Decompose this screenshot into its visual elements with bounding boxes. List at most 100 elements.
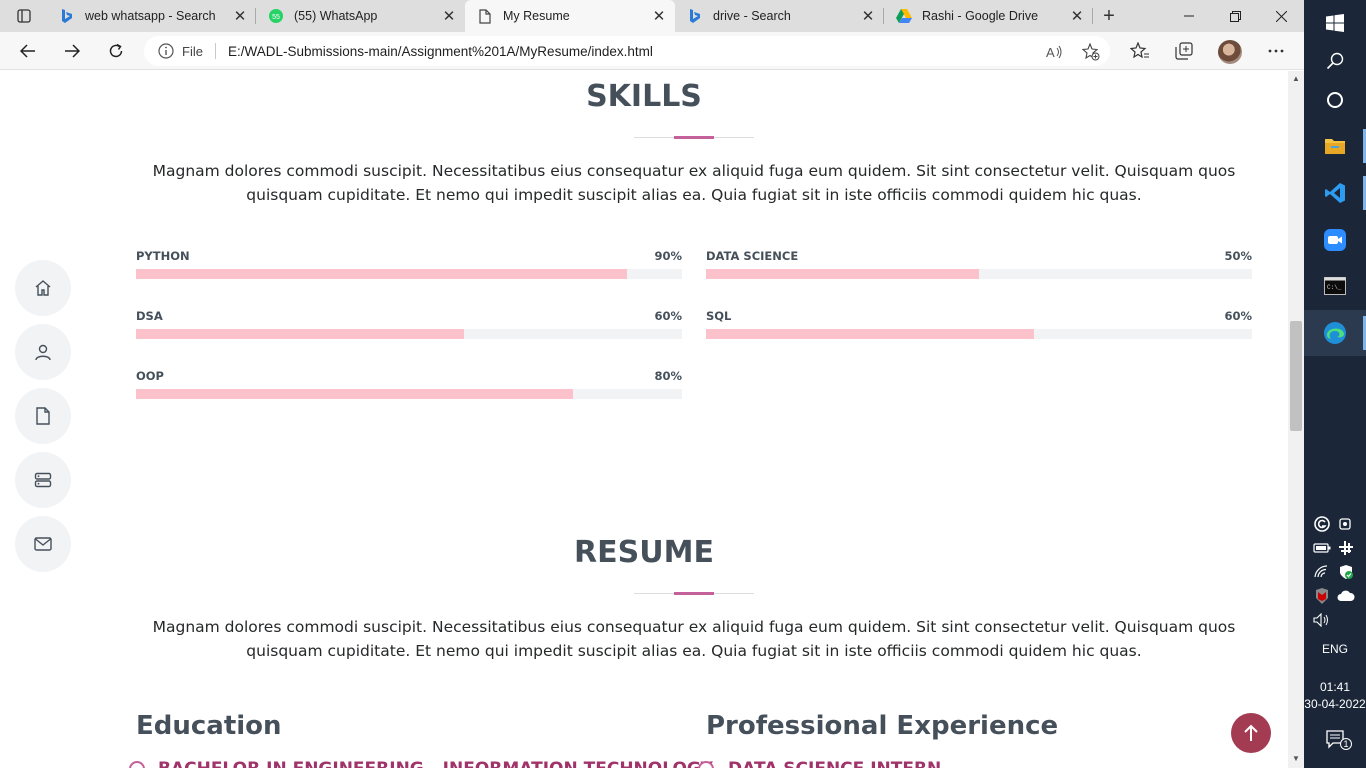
skill-name: DSA (136, 309, 163, 323)
favorites-button[interactable] (1128, 40, 1152, 62)
close-tab-icon[interactable]: ✕ (856, 4, 880, 28)
security-shield-icon[interactable] (1337, 563, 1355, 581)
education-item-title: BACHELOR IN ENGINEERING - INFORMATION TE… (158, 759, 713, 768)
zoom-button[interactable] (1304, 217, 1366, 263)
slack-icon[interactable] (1337, 539, 1355, 557)
svg-text:C:\_: C:\_ (1327, 284, 1342, 291)
skill-percent: 80% (654, 369, 682, 383)
wifi-icon[interactable] (1313, 563, 1331, 581)
back-arrow-icon (20, 44, 35, 58)
terminal-button[interactable]: C:\_ (1304, 263, 1366, 309)
tab-actions-button[interactable] (8, 4, 40, 28)
skill-progress-track (136, 329, 682, 339)
collections-icon (1175, 42, 1193, 60)
more-options-icon (1268, 49, 1284, 53)
terminal-icon: C:\_ (1324, 277, 1346, 295)
minimize-button[interactable] (1166, 0, 1212, 32)
page-scrollbar[interactable]: ▲ ▼ (1288, 71, 1304, 768)
close-tab-icon[interactable]: ✕ (437, 4, 461, 28)
info-icon[interactable] (158, 43, 174, 59)
skill-data-science: DATA SCIENCE 50% (706, 249, 1252, 289)
grammarly-icon[interactable] (1313, 515, 1331, 533)
mcafee-icon[interactable] (1313, 587, 1331, 605)
title-divider-accent (674, 136, 714, 139)
tab-drive-search[interactable]: drive - Search ✕ (675, 0, 884, 32)
skill-python: PYTHON 90% (136, 249, 682, 289)
tab-title: My Resume (503, 9, 570, 23)
home-icon (35, 280, 51, 296)
read-aloud-icon[interactable]: A (1046, 43, 1064, 61)
back-button[interactable] (14, 38, 42, 64)
restore-icon (1229, 10, 1241, 22)
close-tab-icon[interactable]: ✕ (647, 4, 671, 28)
server-icon (34, 472, 52, 488)
skills-description: Magnam dolores commodi suscipit. Necessi… (152, 162, 1236, 204)
experience-heading: Professional Experience (706, 711, 1059, 741)
url-text[interactable]: E:/WADL-Submissions-main/Assignment%201A… (228, 44, 653, 59)
nav-home-button[interactable] (15, 260, 71, 316)
profile-avatar[interactable] (1218, 40, 1242, 64)
scrollbar-thumb[interactable] (1290, 321, 1302, 431)
clock-time[interactable]: 01:41 (1304, 680, 1366, 694)
edge-icon (1324, 322, 1346, 344)
skill-oop: OOP 80% (136, 369, 682, 409)
battery-icon[interactable] (1313, 539, 1331, 557)
tab-title: (55) WhatsApp (294, 9, 378, 23)
back-to-top-button[interactable] (1231, 713, 1271, 753)
refresh-icon (109, 43, 123, 58)
vscode-button[interactable] (1304, 170, 1366, 216)
notification-center-button[interactable]: 1 (1304, 716, 1366, 762)
close-tab-icon[interactable]: ✕ (228, 4, 252, 28)
windows-taskbar: C:\_ ENG 01:41 30-04-2022 1 (1304, 0, 1366, 768)
onedrive-cloud-icon[interactable] (1337, 587, 1355, 605)
tab-title: web whatsapp - Search (85, 9, 216, 23)
arrow-up-icon (1244, 724, 1258, 741)
person-icon (35, 344, 51, 361)
nav-services-button[interactable] (15, 452, 71, 508)
scroll-down-arrow-icon[interactable]: ▼ (1292, 755, 1300, 763)
svg-text:55: 55 (272, 14, 280, 21)
tab-web-whatsapp-search[interactable]: web whatsapp - Search ✕ (47, 0, 256, 32)
restore-button[interactable] (1212, 0, 1258, 32)
meet-now-icon[interactable] (1337, 515, 1355, 533)
close-tab-icon[interactable]: ✕ (1065, 4, 1089, 28)
tab-my-resume[interactable]: My Resume ✕ (465, 0, 675, 32)
url-scheme-label: File (182, 43, 203, 59)
skill-percent: 60% (1224, 309, 1252, 323)
forward-button[interactable] (58, 38, 86, 64)
skill-sql: SQL 60% (706, 309, 1252, 349)
close-icon (1275, 10, 1287, 22)
minimize-icon (1184, 15, 1194, 17)
skill-name: SQL (706, 309, 732, 323)
clock-date[interactable]: 30-04-2022 (1304, 697, 1366, 711)
search-icon (1326, 52, 1344, 70)
refresh-button[interactable] (102, 38, 130, 64)
file-explorer-button[interactable] (1304, 123, 1366, 169)
nav-about-button[interactable] (15, 324, 71, 380)
tab-title: Rashi - Google Drive (922, 9, 1039, 23)
tab-whatsapp[interactable]: 55 (55) WhatsApp ✕ (256, 0, 465, 32)
volume-icon[interactable] (1313, 611, 1331, 629)
skill-dsa: DSA 60% (136, 309, 682, 349)
nav-resume-button[interactable] (15, 388, 71, 444)
edge-button[interactable] (1304, 310, 1366, 356)
add-favorite-icon[interactable] (1082, 43, 1100, 61)
task-view-button[interactable] (1304, 77, 1366, 123)
close-window-button[interactable] (1258, 0, 1304, 32)
settings-more-button[interactable] (1264, 40, 1288, 62)
skill-progress-track (706, 329, 1252, 339)
timeline-dot (129, 761, 145, 768)
skills-section-title: SKILLS (586, 79, 702, 114)
vscode-icon (1325, 183, 1345, 203)
address-bar[interactable]: File E:/WADL-Submissions-main/Assignment… (144, 36, 1110, 66)
new-tab-button[interactable]: + (1097, 4, 1121, 28)
input-language[interactable]: ENG (1304, 642, 1366, 656)
resume-description: Magnam dolores commodi suscipit. Necessi… (152, 618, 1236, 660)
document-icon (36, 407, 50, 425)
skill-percent: 50% (1224, 249, 1252, 263)
skill-progress-track (136, 269, 682, 279)
collections-button[interactable] (1172, 40, 1196, 62)
tab-google-drive[interactable]: Rashi - Google Drive ✕ (884, 0, 1093, 32)
scroll-up-arrow-icon[interactable]: ▲ (1292, 75, 1300, 83)
page-content: SKILLS Magnam dolores commodi suscipit. … (0, 71, 1288, 768)
